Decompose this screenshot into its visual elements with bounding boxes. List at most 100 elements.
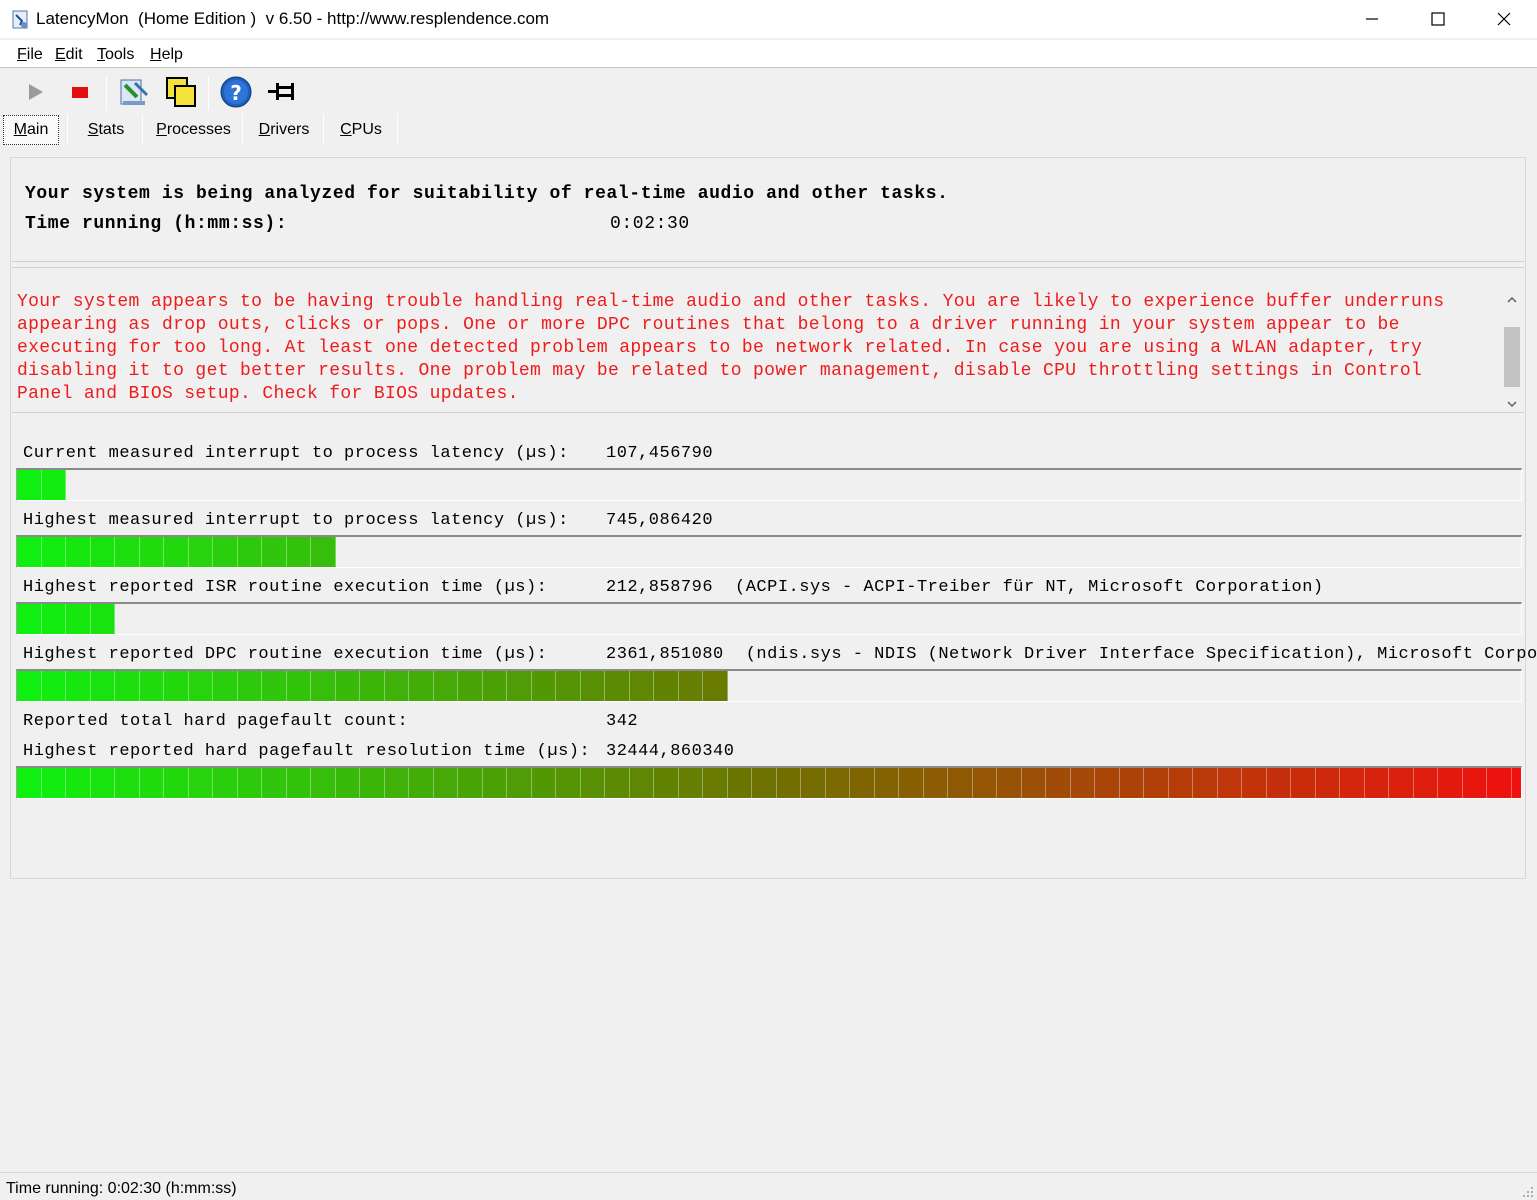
bar-segment (727, 768, 752, 798)
toolbar: ? (0, 70, 1537, 112)
pin-icon[interactable] (264, 74, 300, 110)
bar-segment (66, 671, 91, 701)
bar-segment (90, 768, 115, 798)
help-icon[interactable]: ? (218, 74, 254, 110)
close-button[interactable] (1471, 0, 1537, 38)
bar-segment (115, 768, 140, 798)
resize-grip-icon[interactable] (1522, 1185, 1534, 1197)
menu-tools[interactable]: Tools (97, 46, 134, 64)
scroll-thumb[interactable] (1504, 327, 1520, 387)
bar-segment (801, 768, 826, 798)
pagefault-time-label: Highest reported hard pagefault resoluti… (23, 742, 591, 761)
bar-segment (360, 671, 385, 701)
tab-processes-accel: P (156, 121, 167, 138)
menu-edit-accel: E (55, 46, 66, 63)
bar-segment (1462, 768, 1487, 798)
bar-segment (1511, 768, 1521, 798)
analysis-message: Your system is being analyzed for suitab… (25, 184, 949, 204)
bar-segment (164, 768, 189, 798)
bar-segment (237, 537, 262, 567)
bar-segment (703, 671, 728, 701)
menu-file-accel: F (17, 46, 27, 63)
bar-segment (286, 671, 311, 701)
time-running-label: Time running (h:mm:ss): (25, 214, 288, 234)
bar-segment (41, 671, 66, 701)
bar-segment (1291, 768, 1316, 798)
bar-segment (41, 604, 66, 634)
isr-driver: (ACPI.sys - ACPI-Treiber für NT, Microso… (735, 578, 1324, 597)
bar-segment (90, 671, 115, 701)
main-panel: Your system is being analyzed for suitab… (10, 157, 1537, 879)
bar-segment (164, 671, 189, 701)
pagefault-time-bar-fill (17, 768, 1521, 798)
bar-segment (1168, 768, 1193, 798)
maximize-button[interactable] (1405, 0, 1471, 38)
bar-segment (433, 671, 458, 701)
verdict-scrollbar[interactable] (1500, 291, 1524, 413)
bar-segment (703, 768, 728, 798)
menu-edit[interactable]: Edit (55, 46, 83, 64)
bar-segment (1438, 768, 1463, 798)
bar-segment (482, 671, 507, 701)
bar-segment (1315, 768, 1340, 798)
bar-segment (262, 768, 287, 798)
window-tool-icon[interactable] (163, 74, 199, 110)
bar-segment (17, 671, 42, 701)
bar-segment (213, 768, 238, 798)
bar-segment (972, 768, 997, 798)
scroll-down-icon[interactable] (1500, 395, 1524, 413)
process-tool-icon[interactable] (116, 74, 152, 110)
bar-segment (286, 768, 311, 798)
tab-cpus-label: PUs (351, 121, 382, 138)
menu-help-label: elp (161, 46, 183, 63)
minimize-button[interactable] (1339, 0, 1405, 38)
bar-segment (262, 537, 287, 567)
tab-drivers-accel: D (258, 121, 271, 138)
highest-latency-bar-fill (17, 537, 336, 567)
tab-drivers[interactable]: Drivers (245, 115, 323, 145)
bar-segment (66, 604, 91, 634)
bar-segment (1119, 768, 1144, 798)
bar-segment (41, 470, 66, 500)
bar-segment (458, 671, 483, 701)
status-text: Time running: 0:02:30 (h:mm:ss) (6, 1180, 237, 1197)
highest-latency-bar (16, 535, 1522, 568)
bar-segment (286, 537, 311, 567)
menu-help[interactable]: Help (150, 46, 183, 64)
bar-segment (458, 768, 483, 798)
dpc-bar (16, 669, 1522, 702)
bar-segment (115, 537, 140, 567)
tab-divider (242, 114, 243, 144)
bar-segment (1217, 768, 1242, 798)
bar-segment (17, 768, 42, 798)
bar-segment (213, 537, 238, 567)
bar-segment (17, 537, 42, 567)
bar-segment (1095, 768, 1120, 798)
tab-stats[interactable]: Stats (70, 115, 142, 145)
tab-main-accel: M (13, 121, 27, 138)
bar-segment (1389, 768, 1414, 798)
analysis-info: Your system is being analyzed for suitab… (12, 159, 1524, 262)
bar-segment (409, 768, 434, 798)
menu-help-accel: H (150, 46, 162, 63)
menu-file[interactable]: File (17, 46, 43, 64)
bar-segment (335, 671, 360, 701)
tab-main-label: ain (26, 121, 49, 138)
stop-icon[interactable] (62, 74, 98, 110)
pagefault-count-value: 342 (606, 712, 639, 731)
bar-segment (384, 768, 409, 798)
bar-segment (66, 537, 91, 567)
bar-segment (409, 671, 434, 701)
tab-cpus[interactable]: C PUs (326, 115, 396, 145)
title-bar: LatencyMon (Home Edition ) v 6.50 - http… (0, 0, 1537, 38)
bar-segment (1242, 768, 1267, 798)
tab-main[interactable]: Main (3, 115, 59, 145)
tab-divider (142, 114, 143, 144)
current-latency-bar-fill (17, 470, 66, 500)
bar-segment (139, 768, 164, 798)
current-latency-bar (16, 468, 1522, 501)
tab-processes[interactable]: Processes (145, 115, 242, 145)
play-icon[interactable] (17, 74, 53, 110)
scroll-up-icon[interactable] (1500, 291, 1524, 309)
verdict-text: Your system appears to be having trouble… (17, 292, 1445, 404)
